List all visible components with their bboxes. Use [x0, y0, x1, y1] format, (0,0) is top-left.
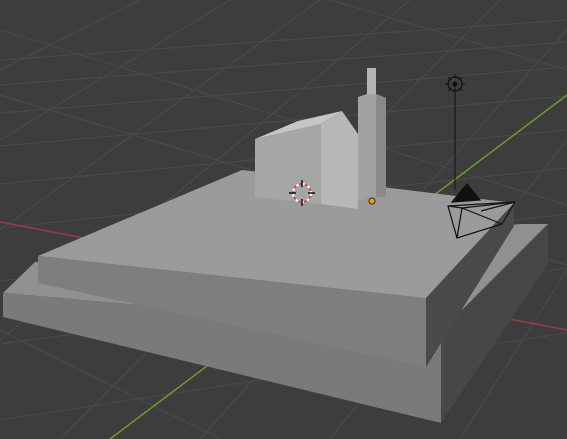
viewport-canvas[interactable] — [0, 0, 567, 439]
origin-dot-icon[interactable] — [368, 197, 376, 205]
3d-viewport[interactable] — [0, 0, 567, 439]
